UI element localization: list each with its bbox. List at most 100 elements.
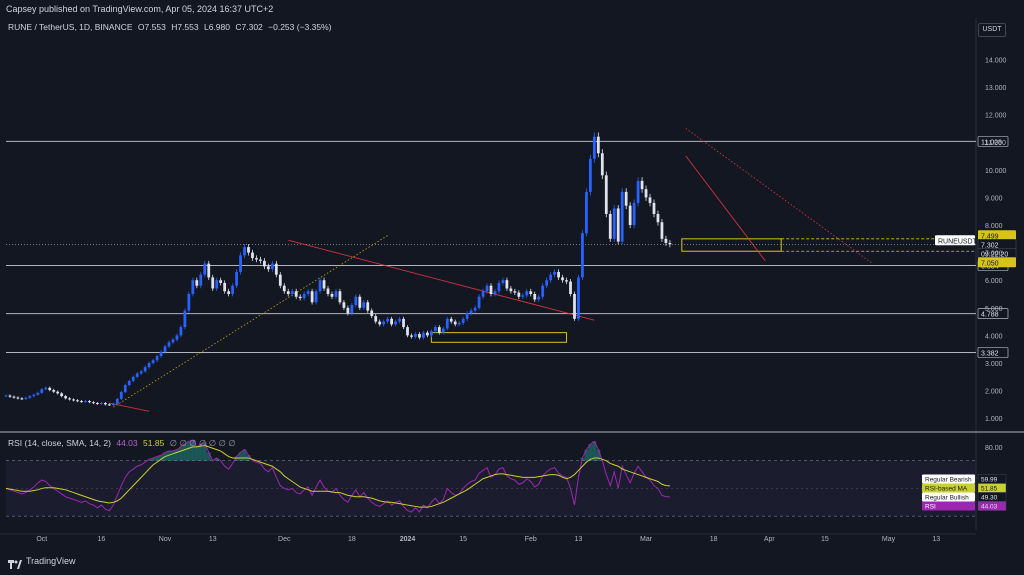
- candle-body: [16, 397, 20, 399]
- rsi-label: RSI (14, close, SMA, 14, 2): [8, 438, 111, 448]
- horizontal-levels: 11.0286.5344.7883.3827.4997.30209:22:207…: [6, 136, 1017, 358]
- candle-body: [390, 318, 394, 325]
- candle-body: [88, 401, 91, 403]
- candle-body: [600, 153, 604, 176]
- candle-body: [541, 285, 545, 297]
- rsi-badge-value: 44.03: [981, 504, 998, 511]
- rsi-badge-name: RSI-based MA: [925, 486, 968, 493]
- candle-body: [429, 331, 433, 336]
- candle-body: [322, 280, 326, 289]
- candle-body: [255, 258, 258, 260]
- candle-body: [334, 291, 338, 297]
- rsi-value: 44.03: [116, 438, 138, 448]
- currency-unit-badge[interactable]: USDT: [978, 23, 1006, 37]
- time-tick-label: 15: [459, 536, 467, 543]
- candle-body: [577, 277, 580, 319]
- candle-body: [231, 285, 234, 294]
- candle-body: [422, 332, 425, 338]
- candle-body: [565, 280, 568, 282]
- candle-body: [298, 296, 302, 299]
- candle-body: [636, 180, 640, 203]
- candle-body: [274, 263, 278, 275]
- candle-body: [40, 389, 44, 393]
- candle-body: [465, 313, 469, 319]
- price-tick-label: 5.000: [985, 306, 1003, 313]
- candle-body: [159, 351, 163, 357]
- candle-body: [127, 380, 131, 386]
- candle-body: [509, 288, 513, 292]
- symbol-label: RUNE / TetherUS, 1D, BINANCE: [8, 22, 133, 32]
- candle-body: [406, 327, 409, 336]
- candle-body: [588, 158, 592, 192]
- candle-body: [497, 282, 501, 292]
- candle-body: [143, 367, 147, 372]
- chart-canvas[interactable]: 11.0286.5344.7883.3827.4997.30209:22:207…: [0, 0, 1024, 570]
- candle-body: [585, 191, 588, 234]
- time-tick-label: 18: [348, 536, 356, 543]
- candle-body: [592, 136, 596, 159]
- candle-body: [84, 401, 87, 403]
- candle-body: [382, 321, 386, 325]
- price-tick-label: 2.000: [985, 389, 1003, 396]
- candle-body: [342, 302, 346, 308]
- candle-body: [28, 396, 32, 398]
- candle-body: [147, 363, 151, 368]
- candle-body: [314, 291, 318, 303]
- candle-body: [346, 307, 350, 314]
- candle-body: [569, 281, 572, 294]
- candle-body: [155, 356, 159, 361]
- candle-body: [366, 302, 370, 311]
- candle-body: [648, 197, 652, 203]
- candle-body: [664, 238, 668, 243]
- candle-body: [433, 327, 437, 332]
- rsi-placeholders: ∅ ∅ ∅ ∅ ∅ ∅ ∅: [169, 438, 236, 448]
- open-value: O7.553: [137, 22, 166, 32]
- trendlines: [109, 128, 873, 412]
- candle-body: [163, 346, 167, 352]
- candle-body: [48, 387, 52, 391]
- candle-body: [318, 280, 322, 292]
- candle-body: [358, 296, 362, 308]
- candle-body: [100, 403, 103, 405]
- candle-body: [557, 271, 560, 278]
- time-tick-label: 13: [932, 536, 940, 543]
- candle-body: [135, 373, 139, 377]
- time-tick-label: Mar: [640, 536, 653, 543]
- candle-body: [199, 274, 203, 286]
- candle-body: [668, 242, 672, 245]
- time-tick-label: Nov: [159, 536, 172, 543]
- candle-body: [485, 285, 489, 292]
- rsi-tick-label: 80.00: [985, 445, 1003, 452]
- candle-body: [469, 310, 473, 314]
- rsi-badge-value: 51.85: [981, 486, 998, 493]
- price-tick-label: 6.000: [985, 278, 1003, 285]
- candle-body: [183, 310, 187, 328]
- candle-body: [68, 398, 71, 400]
- candle-body: [131, 376, 135, 381]
- candle-body: [223, 282, 227, 292]
- candle-body: [278, 274, 282, 286]
- candle-body: [286, 291, 290, 294]
- candle-body: [596, 136, 600, 154]
- candle-body: [115, 398, 119, 404]
- candle-body: [370, 310, 374, 317]
- candle-body: [521, 295, 525, 297]
- candle-body: [92, 402, 95, 404]
- candle-body: [247, 247, 250, 253]
- yellow-zone-box: [430, 332, 568, 343]
- price-tick-label: 4.000: [985, 333, 1003, 340]
- candle-body: [60, 393, 64, 397]
- candle-body: [418, 334, 421, 338]
- candle-body: [12, 396, 16, 398]
- candle-body: [414, 334, 417, 337]
- candle-body: [64, 396, 68, 399]
- candle-body: [338, 291, 342, 303]
- price-tick-label: 3.000: [985, 361, 1003, 368]
- candle-body: [175, 335, 179, 340]
- candle-body: [211, 277, 215, 289]
- candle-body: [410, 335, 413, 337]
- candle-body: [282, 285, 286, 292]
- time-axis: Oct 16 Nov 13 Dec 18 2024 15 Feb 13 Mar 18 Apr 15 May 1…: [36, 536, 940, 543]
- candle-body: [107, 404, 111, 406]
- candle-body: [489, 285, 493, 294]
